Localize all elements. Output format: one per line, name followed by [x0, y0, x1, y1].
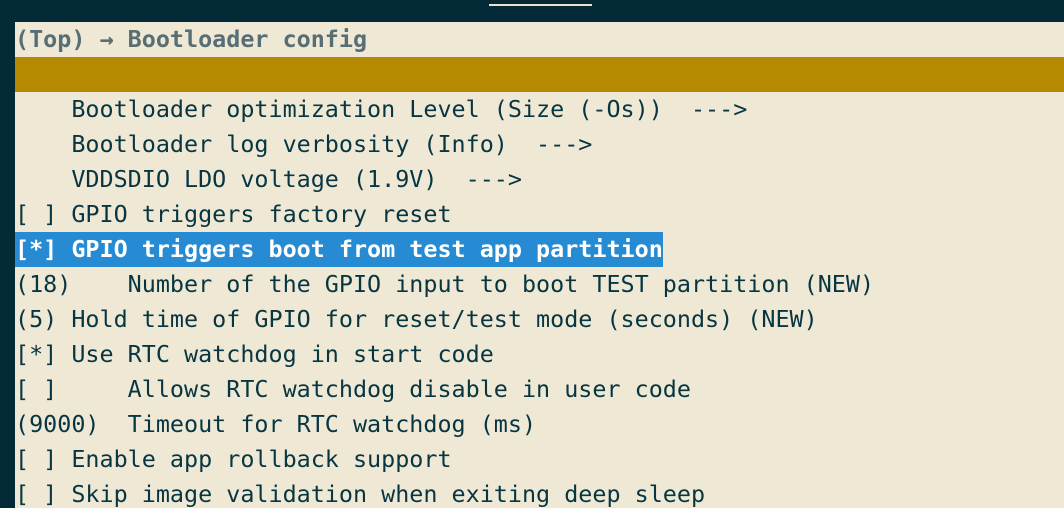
status-bar	[15, 57, 1064, 92]
menuconfig-panel: (Top) → Bootloader config Bootloader opt…	[15, 22, 1064, 508]
menu-item-rtc-watchdog-timeout[interactable]: (9000) Timeout for RTC watchdog (ms)	[15, 407, 1064, 442]
selected-highlight: [*] GPIO triggers boot from test app par…	[15, 232, 663, 267]
tab-indicator	[489, 4, 592, 6]
menu-item-gpio-hold-time[interactable]: (5) Hold time of GPIO for reset/test mod…	[15, 302, 1064, 337]
menu-item-gpio-boot-test[interactable]: [*] GPIO triggers boot from test app par…	[15, 232, 1064, 267]
menu-item-log-verbosity[interactable]: Bootloader log verbosity (Info) --->	[15, 127, 1064, 162]
menu-item-gpio-input-number[interactable]: (18) Number of the GPIO input to boot TE…	[15, 267, 1064, 302]
menu-item-rtc-watchdog[interactable]: [*] Use RTC watchdog in start code	[15, 337, 1064, 372]
menu-item-rtc-watchdog-disable[interactable]: [ ] Allows RTC watchdog disable in user …	[15, 372, 1064, 407]
menu-item-vddsdio-voltage[interactable]: VDDSDIO LDO voltage (1.9V) --->	[15, 162, 1064, 197]
menu-item-skip-image-validation[interactable]: [ ] Skip image validation when exiting d…	[15, 477, 1064, 508]
menu-item-optimization-level[interactable]: Bootloader optimization Level (Size (-Os…	[15, 92, 1064, 127]
breadcrumb-title: (Top) → Bootloader config	[15, 25, 368, 53]
menu-item-gpio-factory-reset[interactable]: [ ] GPIO triggers factory reset	[15, 197, 1064, 232]
menu-item-app-rollback[interactable]: [ ] Enable app rollback support	[15, 442, 1064, 477]
menu-list: Bootloader optimization Level (Size (-Os…	[15, 92, 1064, 508]
